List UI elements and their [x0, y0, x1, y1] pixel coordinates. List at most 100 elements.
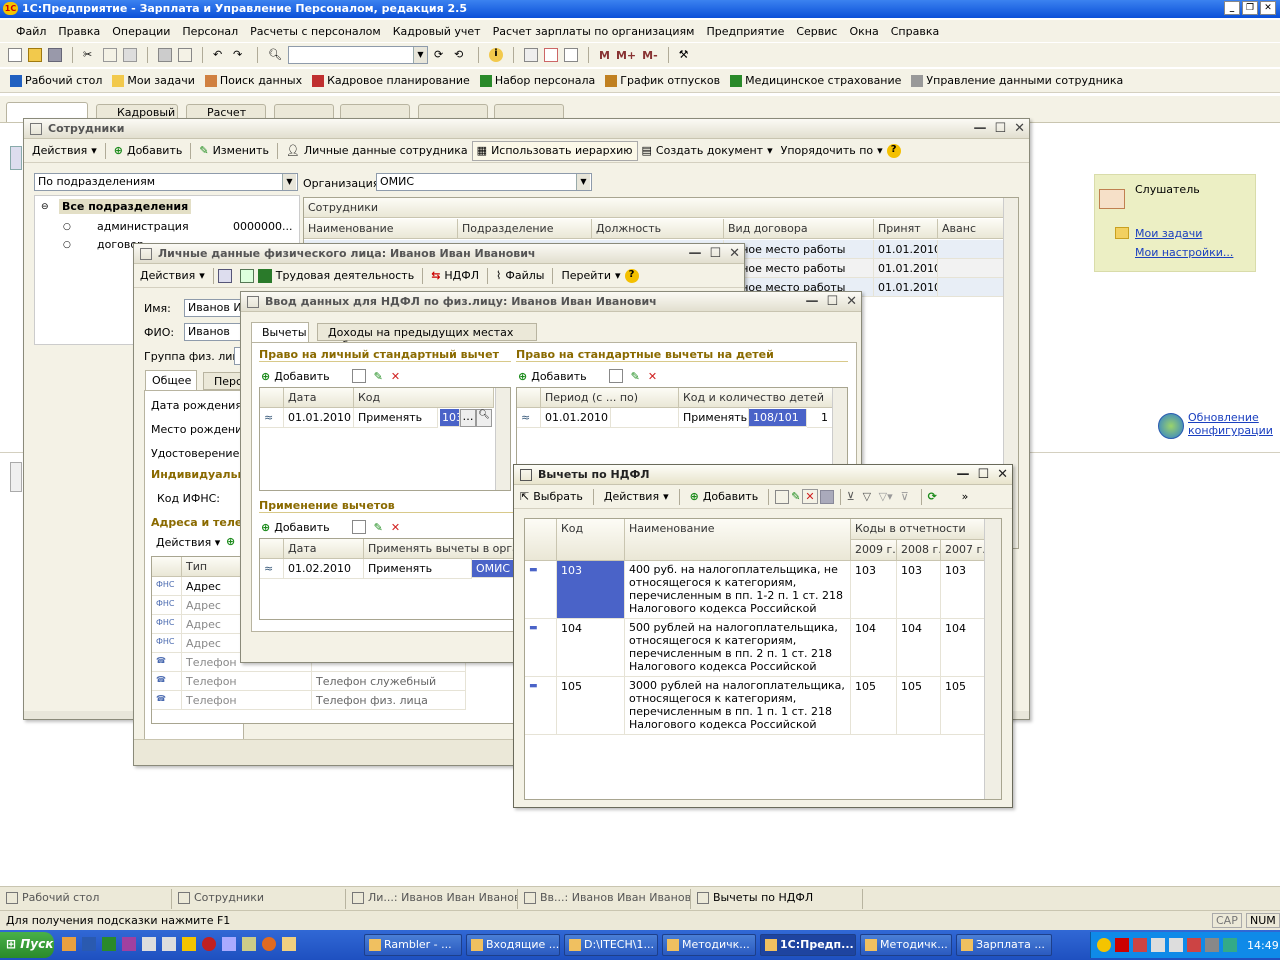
delete-icon[interactable]: ✕: [802, 489, 818, 504]
refresh-icon[interactable]: ⟳: [928, 490, 942, 504]
start-button[interactable]: ⊞ Пуск: [0, 932, 54, 958]
col-children-code[interactable]: Код и количество детей: [679, 388, 833, 408]
view-select[interactable]: По подразделениям: [34, 173, 298, 191]
copy-icon[interactable]: [775, 489, 790, 504]
delete-icon[interactable]: ✕: [648, 370, 657, 383]
menu-item[interactable]: Сервис: [796, 25, 837, 38]
add-apply-button[interactable]: ⊕ Добавить: [261, 517, 330, 537]
advance-cell[interactable]: [938, 240, 1004, 259]
app-icon[interactable]: [122, 937, 136, 951]
taskbar-button[interactable]: Зарплата ...: [956, 934, 1052, 956]
window-tab[interactable]: Рабочий стол: [2, 889, 172, 909]
memory-m-button[interactable]: M: [599, 49, 610, 62]
table-icon[interactable]: [564, 48, 578, 62]
col-contract[interactable]: Вид договора: [724, 219, 874, 239]
contract-cell[interactable]: овное место работы: [724, 240, 874, 259]
org-field[interactable]: ОМИС: [376, 173, 592, 191]
info-icon[interactable]: i: [489, 48, 503, 62]
add-icon[interactable]: ⊕: [226, 535, 235, 548]
memory-minus-button[interactable]: M-: [642, 49, 658, 62]
col-department[interactable]: Подразделение: [458, 219, 592, 239]
deduction-code[interactable]: 103: [557, 561, 625, 619]
col-code[interactable]: Код: [354, 388, 494, 408]
opera-icon[interactable]: [202, 937, 216, 951]
more-icon[interactable]: »: [962, 490, 969, 503]
app-icon[interactable]: [222, 937, 236, 951]
deduction-name[interactable]: 500 рублей на налогоплательщика, относяще…: [625, 619, 851, 677]
add-button[interactable]: ⊕ Добавить: [110, 141, 187, 161]
contract-cell[interactable]: овное место работы: [724, 259, 874, 278]
excel-icon[interactable]: [102, 937, 116, 951]
hired-cell[interactable]: 01.01.2010: [874, 259, 938, 278]
save-icon[interactable]: [48, 48, 62, 62]
panel-item[interactable]: Медицинское страхование: [730, 74, 901, 87]
app-icon[interactable]: [242, 937, 256, 951]
col-code[interactable]: Код: [557, 519, 625, 561]
delete-icon[interactable]: ✕: [391, 521, 400, 534]
menu-item[interactable]: Справка: [891, 25, 939, 38]
minimize-icon[interactable]: —: [956, 467, 969, 482]
minimize-icon[interactable]: —: [805, 294, 818, 309]
pencil-icon[interactable]: ✎: [631, 370, 640, 383]
children-code-cell[interactable]: 108/101: [749, 409, 807, 427]
volume-icon[interactable]: [1151, 938, 1165, 952]
search-icon[interactable]: 🔍︎: [476, 409, 492, 427]
code-2009[interactable]: 105: [851, 677, 897, 735]
search-input[interactable]: ▼: [288, 46, 428, 64]
filter-dropdown-icon[interactable]: ▽▾: [879, 490, 893, 504]
tree-item[interactable]: администрация: [97, 220, 189, 233]
copy-icon[interactable]: [608, 369, 623, 383]
window-tab[interactable]: Вычеты по НДФЛ: [693, 889, 863, 909]
tab-pers[interactable]: Перс: [203, 372, 243, 390]
redo-icon[interactable]: ↷: [233, 48, 247, 62]
goto-menu[interactable]: Перейти ▾: [557, 266, 624, 286]
menu-item[interactable]: Файл: [16, 25, 46, 38]
name-field[interactable]: Иванов Ив: [184, 299, 244, 317]
col-position[interactable]: Должность: [592, 219, 724, 239]
refresh-icon[interactable]: [239, 268, 254, 283]
choose-button[interactable]: …: [460, 409, 476, 427]
maximize-icon[interactable]: ☐: [977, 467, 989, 482]
my-settings-link[interactable]: Мои настройки...: [1135, 246, 1233, 259]
col-date[interactable]: Дата: [284, 539, 364, 559]
contact-kind[interactable]: Телефон физ. лица: [312, 691, 466, 710]
help-icon[interactable]: ?: [624, 268, 639, 283]
actions-menu[interactable]: Действия ▾: [600, 487, 673, 507]
maximize-icon[interactable]: ☐: [709, 246, 721, 261]
panel-item[interactable]: Кадровое планирование: [312, 74, 470, 87]
menu-item[interactable]: Персонал: [182, 25, 238, 38]
window-tab[interactable]: Сотрудники: [174, 889, 346, 909]
maximize-icon[interactable]: ☐: [994, 121, 1006, 136]
find-prev-icon[interactable]: ⟲: [454, 48, 468, 62]
add-personal-button[interactable]: ⊕ Добавить: [261, 366, 330, 386]
col-2007[interactable]: 2007 г.: [941, 540, 985, 561]
pencil-icon[interactable]: ✎: [374, 370, 383, 383]
panel-item[interactable]: Управление данными сотрудника: [911, 74, 1123, 87]
scrollbar[interactable]: [495, 388, 510, 490]
row-date[interactable]: 01.02.2010: [284, 559, 364, 579]
row-apply[interactable]: Применять: [679, 408, 749, 428]
close-button[interactable]: ✕: [1260, 1, 1276, 15]
scrollbar[interactable]: [832, 388, 847, 466]
tab-deductions[interactable]: Вычеты: [251, 322, 309, 342]
memory-plus-button[interactable]: M+: [616, 49, 636, 62]
col-period[interactable]: Период (с ... по): [541, 388, 679, 408]
copy-icon[interactable]: [103, 48, 117, 62]
deduction-code[interactable]: 105: [557, 677, 625, 735]
menu-item[interactable]: Операции: [112, 25, 170, 38]
advance-cell[interactable]: [938, 278, 1004, 297]
calculator-icon[interactable]: [524, 48, 538, 62]
chevron-down-icon[interactable]: ▼: [576, 174, 590, 190]
menu-item[interactable]: Предприятие: [706, 25, 784, 38]
add-children-button[interactable]: ⊕ Добавить: [518, 366, 587, 386]
pencil-icon[interactable]: ✎: [791, 490, 800, 503]
filter-icon[interactable]: ▽: [863, 490, 877, 504]
create-document-button[interactable]: ▤ Создать документ ▾: [638, 141, 777, 161]
tray-icon[interactable]: [1169, 938, 1183, 952]
app-icon[interactable]: [162, 937, 176, 951]
col-name[interactable]: Наименование: [625, 519, 851, 561]
clear-filter-icon[interactable]: ⊽: [901, 490, 915, 504]
app-icon[interactable]: [142, 937, 156, 951]
window-tab[interactable]: Ли...: Иванов Иван Иванович: [348, 889, 518, 909]
print-icon[interactable]: [158, 48, 172, 62]
